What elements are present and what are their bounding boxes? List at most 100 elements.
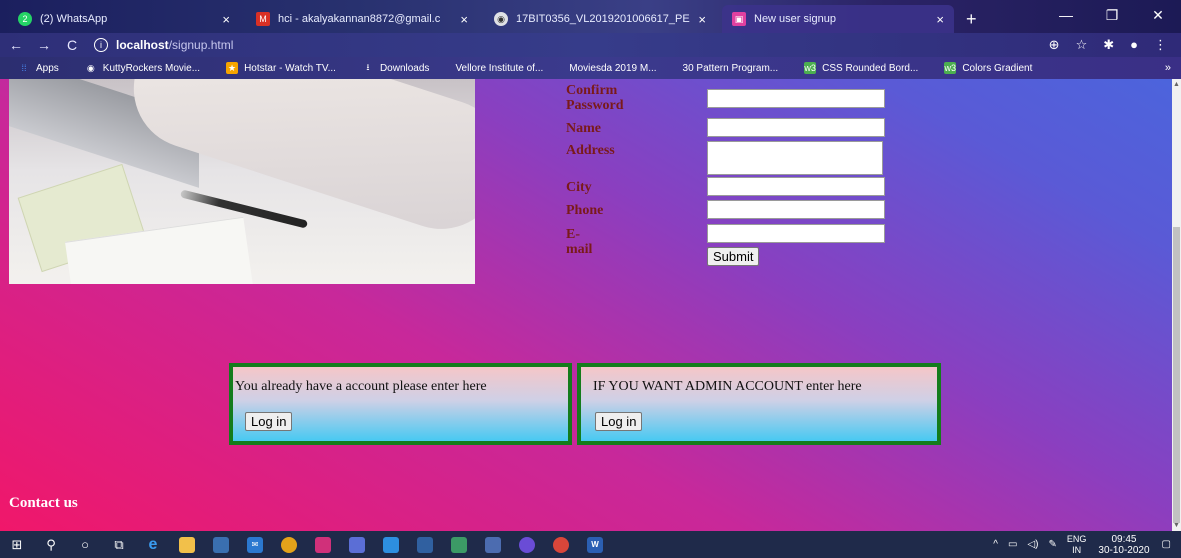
gmail-icon: M	[256, 12, 270, 26]
restore-icon[interactable]: ❐	[1089, 0, 1135, 30]
clock-date: 30-10-2020	[1098, 544, 1150, 556]
email-field[interactable]	[707, 224, 885, 243]
bookmarks-more-icon[interactable]: »	[1165, 62, 1171, 74]
app-icon[interactable]	[340, 531, 374, 558]
tab-title: 17BIT0356_VL2019201006617_PE	[516, 13, 690, 25]
phone-field[interactable]	[707, 200, 885, 219]
bookmark-pattern[interactable]: 30 Pattern Program...	[683, 63, 779, 74]
city-field[interactable]	[707, 177, 885, 196]
app-icon[interactable]	[306, 531, 340, 558]
bookmark-label: 30 Pattern Program...	[682, 62, 779, 74]
word-icon[interactable]: W	[578, 531, 612, 558]
zoom-icon[interactable]: ⊕	[1049, 37, 1060, 53]
chrome-icon[interactable]	[272, 531, 306, 558]
chrome-icon[interactable]	[544, 531, 578, 558]
page-scrollbar[interactable]: ▲ ▼	[1172, 79, 1181, 531]
tab-title: hci - akalyakannan8872@gmail.c	[278, 13, 441, 25]
bookmark-css-rounded[interactable]: w3 CSS Rounded Bord...	[804, 62, 918, 74]
cortana-icon[interactable]: ○	[68, 531, 102, 558]
tab-document[interactable]: ◉ 17BIT0356_VL2019201006617_PE ×	[484, 5, 716, 33]
close-icon[interactable]: ×	[222, 12, 230, 27]
bookmark-vit[interactable]: Vellore Institute of...	[455, 63, 543, 74]
bookmark-colors-gradient[interactable]: w3 Colors Gradient	[944, 62, 1032, 74]
reload-icon[interactable]: C	[60, 37, 84, 53]
bookmark-label: Vellore Institute of...	[455, 62, 544, 74]
apps-icon: ⁞⁞	[21, 63, 27, 73]
confirm-password-field[interactable]	[707, 89, 885, 108]
toolbar-actions: ⊕ ☆ ✱ ● ⋮	[1049, 37, 1181, 53]
admin-login-text: IF YOU WANT ADMIN ACCOUNT enter here	[593, 379, 862, 394]
bookmark-label: Colors Gradient	[962, 62, 1033, 74]
scroll-up-icon[interactable]: ▲	[1173, 81, 1180, 88]
system-tray: ^ ▭ ◁) ✎ ENG IN 09:45 30-10-2020 ▢	[993, 531, 1181, 558]
extensions-icon[interactable]: ✱	[1103, 37, 1114, 53]
network-icon[interactable]: ▭	[1008, 539, 1017, 550]
submit-button[interactable]: Submit	[707, 247, 760, 266]
name-label: Name	[566, 121, 601, 136]
city-label: City	[566, 180, 592, 195]
admin-login-button[interactable]: Log in	[595, 412, 643, 431]
address-field[interactable]	[707, 141, 883, 175]
mail-icon[interactable]: ✉	[238, 531, 272, 558]
scrollbar-thumb[interactable]	[1173, 227, 1180, 523]
tab-gmail[interactable]: M hci - akalyakannan8872@gmail.c ×	[246, 5, 478, 33]
close-icon[interactable]: ×	[936, 12, 944, 27]
bookmarks-bar: ⁞⁞ Apps ◉ KuttyRockers Movie... ★ Hotstar -…	[0, 57, 1181, 79]
contact-heading: Contact us	[9, 495, 78, 511]
minimize-icon[interactable]: —	[1043, 0, 1089, 30]
language-indicator[interactable]: ENG IN	[1067, 534, 1087, 556]
tab-signup[interactable]: ▣ New user signup ×	[722, 5, 954, 33]
region-code: IN	[1072, 544, 1082, 555]
bookmark-label: Downloads	[379, 62, 430, 74]
app-icon[interactable]	[442, 531, 476, 558]
address-label: Address	[566, 143, 615, 158]
name-field[interactable]	[707, 118, 885, 137]
bookmark-moviesda[interactable]: Moviesda 2019 M...	[569, 63, 656, 74]
bookmark-label: KuttyRockers Movie...	[102, 62, 201, 74]
bookmark-label: Moviesda 2019 M...	[569, 62, 657, 74]
bookmark-kuttyrockers[interactable]: ◉ KuttyRockers Movie...	[85, 62, 200, 74]
devcpp-icon[interactable]	[408, 531, 442, 558]
globe-icon: ◉	[86, 62, 95, 73]
user-login-button[interactable]: Log in	[245, 412, 293, 431]
new-tab-button[interactable]: +	[960, 5, 983, 33]
user-login-box: You already have a account please enter …	[229, 363, 572, 445]
close-icon[interactable]: ×	[698, 12, 706, 27]
toolbar: ← → C i localhost/signup.html ⊕ ☆ ✱ ● ⋮	[0, 33, 1181, 57]
edge-icon[interactable]: e	[136, 531, 170, 558]
info-icon[interactable]: i	[94, 38, 108, 52]
whatsapp-icon: 2	[18, 12, 32, 26]
store-icon[interactable]	[204, 531, 238, 558]
page-favicon-icon: ▣	[732, 12, 746, 26]
clock[interactable]: 09:45 30-10-2020	[1098, 534, 1149, 556]
app-icon[interactable]	[510, 531, 544, 558]
bookmark-hotstar[interactable]: ★ Hotstar - Watch TV...	[226, 62, 336, 74]
app-icon[interactable]	[476, 531, 510, 558]
search-icon[interactable]: ⚲	[34, 531, 68, 558]
star-icon[interactable]: ☆	[1076, 37, 1088, 53]
bookmark-downloads[interactable]: ⭳ Downloads	[362, 62, 429, 74]
bookmark-apps[interactable]: ⁞⁞ Apps	[18, 62, 58, 74]
windows-start-icon[interactable]: ⊞	[0, 531, 34, 558]
tab-whatsapp[interactable]: 2 (2) WhatsApp ×	[8, 5, 240, 33]
chevron-up-icon[interactable]: ^	[993, 539, 998, 550]
app-icon[interactable]	[374, 531, 408, 558]
taskbar: ⊞ ⚲ ○ ⧉ e ✉ W ^ ▭ ◁) ✎ ENG IN 09:45 30-1…	[0, 531, 1181, 558]
close-icon[interactable]: ×	[460, 12, 468, 27]
close-window-icon[interactable]: ✕	[1135, 0, 1181, 30]
window-controls: — ❐ ✕	[1043, 0, 1181, 30]
task-view-icon[interactable]: ⧉	[102, 531, 136, 558]
globe-icon: ◉	[494, 12, 508, 26]
admin-login-box: IF YOU WANT ADMIN ACCOUNT enter here Log…	[577, 363, 941, 445]
notification-icon[interactable]: ▢	[1162, 539, 1171, 550]
menu-icon[interactable]: ⋮	[1154, 37, 1167, 53]
forward-icon[interactable]: →	[32, 37, 56, 53]
pen-icon[interactable]: ✎	[1048, 539, 1056, 550]
volume-icon[interactable]: ◁)	[1027, 539, 1038, 550]
address-bar[interactable]: i localhost/signup.html	[94, 35, 1049, 55]
profile-icon[interactable]: ●	[1130, 37, 1138, 53]
back-icon[interactable]: ←	[4, 37, 28, 53]
file-explorer-icon[interactable]	[170, 531, 204, 558]
scroll-down-icon[interactable]: ▼	[1173, 522, 1180, 529]
tab-title: (2) WhatsApp	[40, 13, 108, 25]
